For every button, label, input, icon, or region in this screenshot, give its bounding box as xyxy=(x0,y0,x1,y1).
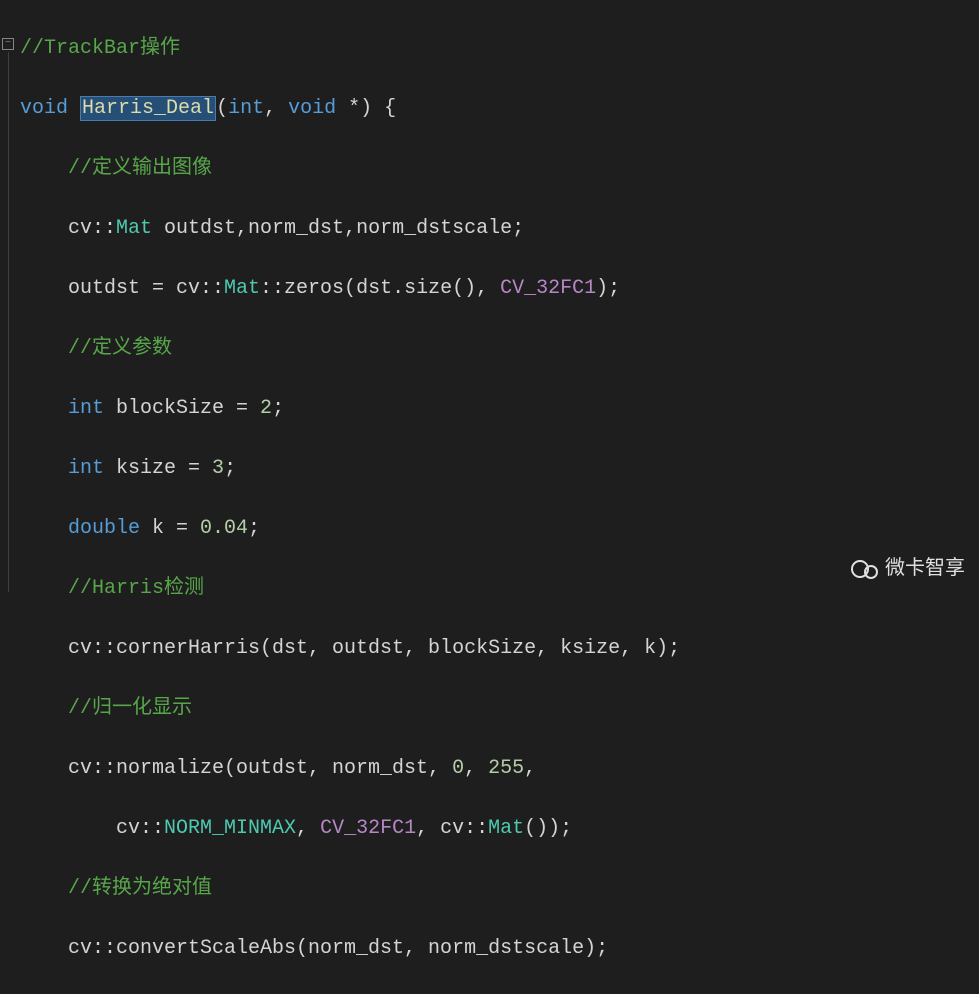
comment-text: //转换为绝对值 xyxy=(68,877,212,900)
constant: CV_32FC1 xyxy=(500,277,596,300)
code-line: cv::convertScaleAbs(norm_dst, norm_dstsc… xyxy=(20,934,680,964)
code-line: int blockSize = 2; xyxy=(20,394,680,424)
wechat-icon xyxy=(851,557,877,579)
comment-text: //归一化显示 xyxy=(68,697,192,720)
constant: NORM_MINMAX xyxy=(164,817,296,840)
comment-text: //定义输出图像 xyxy=(68,157,212,180)
code-line: //定义输出图像 xyxy=(20,154,680,184)
keyword-double: double xyxy=(68,517,140,540)
code-line: void Harris_Deal(int, void *) { xyxy=(20,94,680,124)
code-line: //转换为绝对值 xyxy=(20,874,680,904)
function-call: cv::cornerHarris(dst, outdst, blockSize,… xyxy=(68,637,680,660)
code-line: //归一化显示 xyxy=(20,694,680,724)
constant: CV_32FC1 xyxy=(320,817,416,840)
code-line: int ksize = 3; xyxy=(20,454,680,484)
number-literal: 3 xyxy=(212,457,224,480)
comment-text: //TrackBar操作 xyxy=(20,37,180,60)
code-line: cv::cornerHarris(dst, outdst, blockSize,… xyxy=(20,634,680,664)
type-mat: Mat xyxy=(224,277,260,300)
function-call: cv::convertScaleAbs(norm_dst, norm_dstsc… xyxy=(68,937,608,960)
fold-collapse-icon[interactable]: − xyxy=(2,38,14,50)
function-name-highlighted[interactable]: Harris_Deal xyxy=(80,96,216,121)
code-line: //TrackBar操作 xyxy=(20,34,680,64)
type-mat: Mat xyxy=(116,217,152,240)
number-literal: 0.04 xyxy=(200,517,248,540)
editor-gutter: − xyxy=(0,0,20,597)
fold-guide-line xyxy=(8,52,9,592)
watermark: 微卡智享 xyxy=(851,553,965,583)
watermark-text: 微卡智享 xyxy=(885,553,965,583)
code-editor[interactable]: //TrackBar操作 void Harris_Deal(int, void … xyxy=(20,4,680,994)
number-literal: 2 xyxy=(260,397,272,420)
keyword-int: int xyxy=(68,457,104,480)
keyword-void: void xyxy=(288,97,336,120)
code-line: cv::NORM_MINMAX, CV_32FC1, cv::Mat()); xyxy=(20,814,680,844)
code-line: cv::normalize(outdst, norm_dst, 0, 255, xyxy=(20,754,680,784)
function-call: cv::normalize(outdst, norm_dst, xyxy=(68,757,452,780)
code-line: cv::Mat outdst,norm_dst,norm_dstscale; xyxy=(20,214,680,244)
code-line: outdst = cv::Mat::zeros(dst.size(), CV_3… xyxy=(20,274,680,304)
comment-text: //定义参数 xyxy=(68,337,172,360)
keyword-int: int xyxy=(228,97,264,120)
type-mat: Mat xyxy=(488,817,524,840)
code-line: double k = 0.04; xyxy=(20,514,680,544)
keyword-void: void xyxy=(20,97,68,120)
keyword-int: int xyxy=(68,397,104,420)
code-line: //Harris检测 xyxy=(20,574,680,604)
code-line: //定义参数 xyxy=(20,334,680,364)
